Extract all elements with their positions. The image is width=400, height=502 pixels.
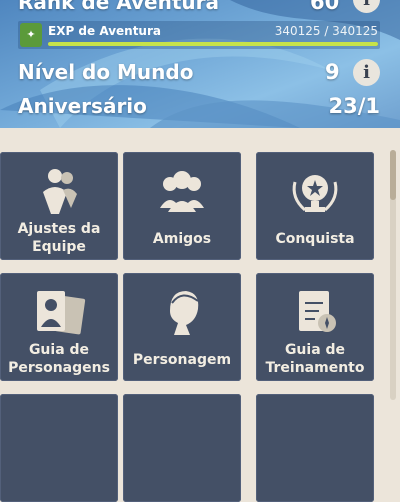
character-profile-icon: [170, 291, 199, 335]
adventure-rank-info-button[interactable]: i: [353, 0, 380, 13]
adventure-rank-label: Rank de Aventura: [18, 0, 220, 14]
menu-scrollbar[interactable]: [390, 150, 396, 400]
team-icon: [43, 169, 77, 214]
adventure-rank-value: 60: [310, 0, 340, 14]
friends-icon: [160, 171, 204, 212]
exp-progress-bar: [48, 42, 378, 46]
menu-tile-character[interactable]: Personagem: [123, 273, 241, 381]
menu-tile-label: Personagem: [132, 352, 232, 368]
adventure-exp-label: EXP de Aventura: [48, 24, 161, 38]
menu-tile-training-guide[interactable]: Guia de Treinamento: [256, 273, 374, 381]
menu-tile-team-setup[interactable]: Ajustes da Equipe: [0, 152, 118, 260]
menu-tile-label: Conquista: [275, 231, 355, 247]
menu-scrollbar-thumb[interactable]: [390, 150, 396, 200]
adventure-exp-value: 340125 / 340125: [274, 24, 378, 38]
exp-progress-track: [48, 42, 378, 46]
menu-tile-label: Ajustes da Equipe: [17, 221, 101, 255]
world-level-value: 9: [325, 60, 340, 84]
menu-tile-label: Amigos: [152, 231, 212, 247]
birthday-row: Aniversário 23/1: [0, 94, 400, 120]
menu-tile-achievements[interactable]: Conquista: [256, 152, 374, 260]
training-guide-icon: [299, 291, 336, 332]
menu-tile-partial[interactable]: [0, 394, 118, 502]
menu-tile-label: Guia de Personagens: [8, 342, 110, 376]
character-cards-icon: [37, 291, 86, 335]
world-level-label: Nível do Mundo: [18, 60, 194, 84]
birthday-value: 23/1: [328, 94, 380, 118]
menu-tile-partial[interactable]: [123, 394, 241, 502]
trophy-icon: [292, 175, 338, 212]
exp-icon: ✦: [20, 23, 42, 47]
menu-tile-label: Guia de Treinamento: [265, 342, 365, 376]
profile-panel: Rank de Aventura 60 i ✦ EXP de Aventura …: [0, 0, 400, 128]
menu-tile-character-guide[interactable]: Guia de Personagens: [0, 273, 118, 381]
world-level-info-button[interactable]: i: [353, 59, 380, 86]
world-level-row: Nível do Mundo 9 i: [0, 59, 400, 86]
adventure-rank-row: Rank de Aventura 60 i: [0, 0, 400, 18]
menu-tile-friends[interactable]: Amigos: [123, 152, 241, 260]
adventure-exp-box: ✦ EXP de Aventura 340125 / 340125: [18, 21, 380, 49]
menu-tile-partial[interactable]: [256, 394, 374, 502]
birthday-label: Aniversário: [18, 94, 147, 118]
